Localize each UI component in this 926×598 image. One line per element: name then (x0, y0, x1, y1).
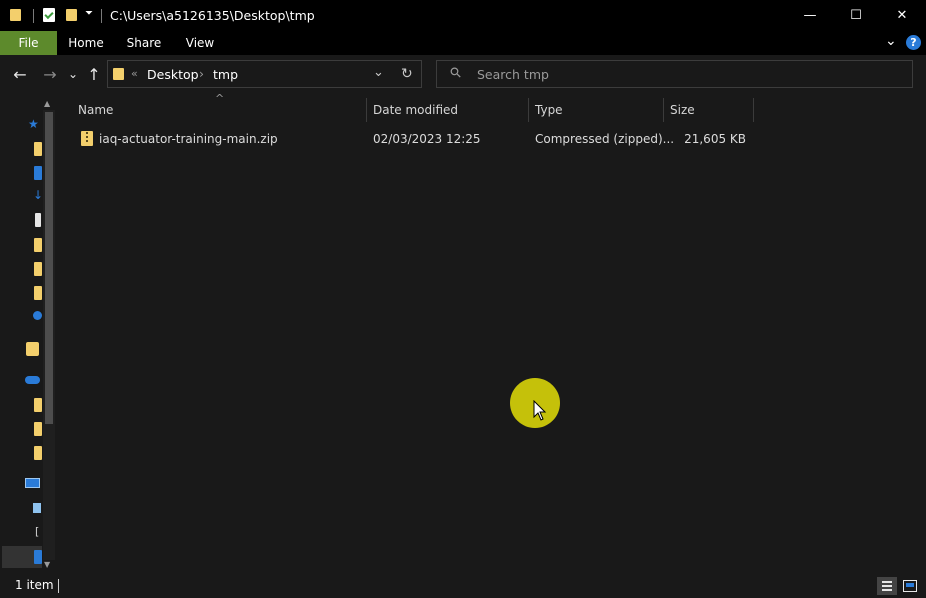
folder-icon[interactable] (34, 262, 42, 276)
back-button[interactable]: ← (10, 64, 30, 84)
details-view-button[interactable] (877, 577, 897, 595)
folder-icon[interactable] (34, 422, 42, 436)
breadcrumb-tmp[interactable]: tmp (213, 67, 238, 82)
close-button[interactable]: ✕ (879, 0, 925, 31)
tab-share[interactable]: Share (121, 31, 167, 55)
documents-icon[interactable]: [ (35, 525, 39, 538)
file-date-modified: 02/03/2023 12:25 (373, 132, 481, 146)
qat-dropdown-icon[interactable]: ⏷ (85, 8, 93, 19)
forward-button[interactable]: → (40, 64, 60, 84)
scroll-down-icon[interactable]: ▼ (44, 560, 50, 569)
quick-access-icon[interactable]: ★ (28, 117, 39, 131)
help-icon[interactable]: ? (906, 35, 921, 50)
column-header-size[interactable]: Size (670, 98, 750, 122)
onedrive-icon[interactable] (33, 311, 42, 320)
column-divider[interactable] (663, 98, 664, 122)
breadcrumb-desktop[interactable]: Desktop (147, 67, 199, 82)
address-dropdown-icon[interactable]: ⌄ (373, 65, 384, 80)
folder-icon (113, 68, 124, 80)
breadcrumb-overflow-icon[interactable]: « (131, 67, 138, 80)
onedrive-icon[interactable] (25, 376, 40, 384)
large-icons-view-button[interactable] (900, 577, 920, 595)
folder-icon[interactable] (34, 142, 42, 156)
tab-home[interactable]: Home (62, 31, 110, 55)
desktop-icon[interactable] (34, 166, 42, 180)
folder-icon[interactable] (34, 398, 42, 412)
title-bar: ⏷ C:\Users\a5126135\Desktop\tmp — ☐ ✕ (0, 0, 926, 31)
divider (101, 9, 102, 23)
documents-icon[interactable] (35, 213, 41, 227)
folder-icon (10, 9, 21, 21)
properties-icon[interactable] (43, 8, 55, 22)
search-box[interactable]: ⚲ Search tmp (436, 60, 913, 88)
item-count: 1 item (15, 578, 54, 592)
window-title: C:\Users\a5126135\Desktop\tmp (110, 8, 315, 23)
breadcrumb-separator-icon[interactable]: › (199, 66, 204, 81)
scroll-up-icon[interactable]: ▲ (44, 99, 50, 108)
details-view-icon (882, 581, 892, 591)
divider (33, 9, 34, 23)
column-divider[interactable] (528, 98, 529, 122)
tab-file[interactable]: File (0, 31, 57, 55)
column-divider[interactable] (366, 98, 367, 122)
recent-locations-button[interactable]: ⌄ (66, 64, 80, 84)
file-size: 21,605 KB (684, 132, 746, 146)
tab-view[interactable]: View (178, 31, 222, 55)
divider (58, 579, 59, 593)
nav-scrollbar-thumb[interactable] (45, 112, 53, 424)
mouse-pointer-icon (533, 400, 547, 421)
folder-icon[interactable] (34, 286, 42, 300)
address-bar[interactable]: « Desktop › tmp ⌄ ↻ (107, 60, 422, 88)
folder-icon[interactable] (34, 238, 42, 252)
3d-objects-icon[interactable] (33, 503, 41, 513)
new-folder-icon[interactable] (66, 9, 77, 21)
shared-folder-icon[interactable] (26, 342, 39, 356)
ribbon-expand-icon[interactable]: ⌄ (885, 33, 897, 49)
maximize-button[interactable]: ☐ (833, 0, 879, 31)
search-input[interactable]: Search tmp (477, 67, 549, 82)
up-button[interactable]: ↑ (84, 64, 104, 84)
desktop-icon (34, 550, 42, 564)
ribbon: File Home Share View ⌄ ? (0, 31, 926, 55)
search-icon: ⚲ (446, 63, 466, 83)
downloads-icon[interactable]: ↓ (33, 188, 43, 202)
minimize-button[interactable]: — (787, 0, 833, 31)
refresh-icon[interactable]: ↻ (401, 66, 413, 82)
column-divider[interactable] (753, 98, 754, 122)
column-header-date-modified[interactable]: Date modified (373, 98, 523, 122)
file-name[interactable]: iaq-actuator-training-main.zip (99, 130, 278, 148)
this-pc-icon[interactable] (25, 478, 40, 488)
status-bar: 1 item (0, 574, 926, 598)
zip-folder-icon (81, 131, 93, 146)
column-header-type[interactable]: Type (535, 98, 655, 122)
nav-selected-item[interactable] (2, 546, 42, 568)
large-icons-view-icon (903, 580, 917, 592)
file-type: Compressed (zipped)... (535, 132, 675, 146)
column-header-name[interactable]: Name (78, 98, 363, 122)
folder-icon[interactable] (34, 446, 42, 460)
